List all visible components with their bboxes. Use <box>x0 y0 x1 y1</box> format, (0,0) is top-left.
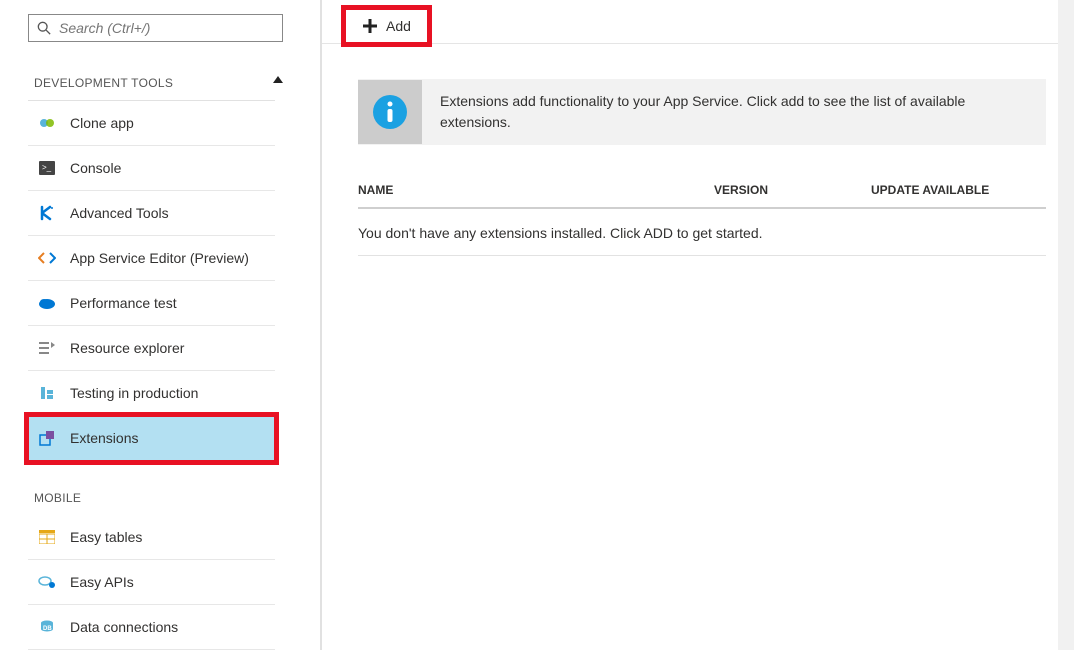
nav-label: Clone app <box>70 115 134 131</box>
nav-label: Easy APIs <box>70 574 134 590</box>
svg-text:DB: DB <box>43 626 52 632</box>
easy-tables-icon <box>38 528 56 546</box>
th-name[interactable]: NAME <box>358 183 714 197</box>
sidebar-item-extensions[interactable]: Extensions <box>28 416 275 461</box>
add-icon <box>362 18 378 34</box>
extensions-icon <box>38 429 56 447</box>
add-label: Add <box>386 18 411 34</box>
section-label: DEVELOPMENT TOOLS <box>34 76 173 90</box>
nav-label: Extensions <box>70 430 138 446</box>
th-update[interactable]: UPDATE AVAILABLE <box>871 183 1046 197</box>
svg-text:>_: >_ <box>42 163 52 172</box>
info-text: Extensions add functionality to your App… <box>422 79 1046 145</box>
add-button[interactable]: Add <box>344 8 429 44</box>
sidebar-item-advanced-tools[interactable]: Advanced Tools <box>28 191 275 236</box>
info-bar: Extensions add functionality to your App… <box>358 79 1046 145</box>
info-icon-container <box>358 80 422 144</box>
table-header: NAME VERSION UPDATE AVAILABLE <box>358 183 1046 209</box>
nav-label: Console <box>70 160 121 176</box>
nav-label: Easy tables <box>70 529 142 545</box>
nav-label: Performance test <box>70 295 177 311</box>
section-header-development-tools: DEVELOPMENT TOOLS <box>28 46 275 101</box>
main-content: Add Extensions add functionality to your… <box>322 0 1074 650</box>
sidebar-item-app-service-editor[interactable]: App Service Editor (Preview) <box>28 236 275 281</box>
table-empty-row: You don't have any extensions installed.… <box>358 209 1046 256</box>
scrollbar[interactable] <box>1058 0 1074 650</box>
code-icon <box>38 249 56 267</box>
data-connections-icon: DB <box>38 618 56 636</box>
resource-explorer-icon <box>38 339 56 357</box>
th-version[interactable]: VERSION <box>714 183 871 197</box>
easy-apis-icon <box>38 573 56 591</box>
sidebar: DEVELOPMENT TOOLS Clone app >_ Console A… <box>0 0 320 650</box>
clone-app-icon <box>38 114 56 132</box>
kudu-icon <box>38 204 56 222</box>
section-header-mobile: MOBILE <box>28 461 275 515</box>
sidebar-item-resource-explorer[interactable]: Resource explorer <box>28 326 275 371</box>
search-input[interactable] <box>59 20 274 36</box>
sidebar-item-easy-apis[interactable]: Easy APIs <box>28 560 275 605</box>
nav-list-development-tools: Clone app >_ Console Advanced Tools App … <box>28 101 275 461</box>
nav-label: Data connections <box>70 619 178 635</box>
nav-label: Testing in production <box>70 385 198 401</box>
sidebar-item-performance-test[interactable]: Performance test <box>28 281 275 326</box>
console-icon: >_ <box>38 159 56 177</box>
nav-label: App Service Editor (Preview) <box>70 250 249 266</box>
nav-label: Advanced Tools <box>70 205 169 221</box>
section-label: MOBILE <box>34 491 81 505</box>
sidebar-item-console[interactable]: >_ Console <box>28 146 275 191</box>
search-icon <box>37 21 51 35</box>
nav-label: Resource explorer <box>70 340 184 356</box>
extensions-table: NAME VERSION UPDATE AVAILABLE You don't … <box>358 183 1046 256</box>
cloud-icon <box>38 294 56 312</box>
search-box[interactable] <box>28 14 283 42</box>
toolbar: Add <box>322 8 1074 44</box>
sidebar-item-clone-app[interactable]: Clone app <box>28 101 275 146</box>
nav-list-mobile: Easy tables Easy APIs DB Data connection… <box>28 515 275 650</box>
sidebar-item-testing-in-production[interactable]: Testing in production <box>28 371 275 416</box>
testing-icon <box>38 384 56 402</box>
sidebar-item-easy-tables[interactable]: Easy tables <box>28 515 275 560</box>
collapse-icon[interactable] <box>273 76 283 83</box>
sidebar-item-data-connections[interactable]: DB Data connections <box>28 605 275 650</box>
info-icon <box>372 94 408 130</box>
